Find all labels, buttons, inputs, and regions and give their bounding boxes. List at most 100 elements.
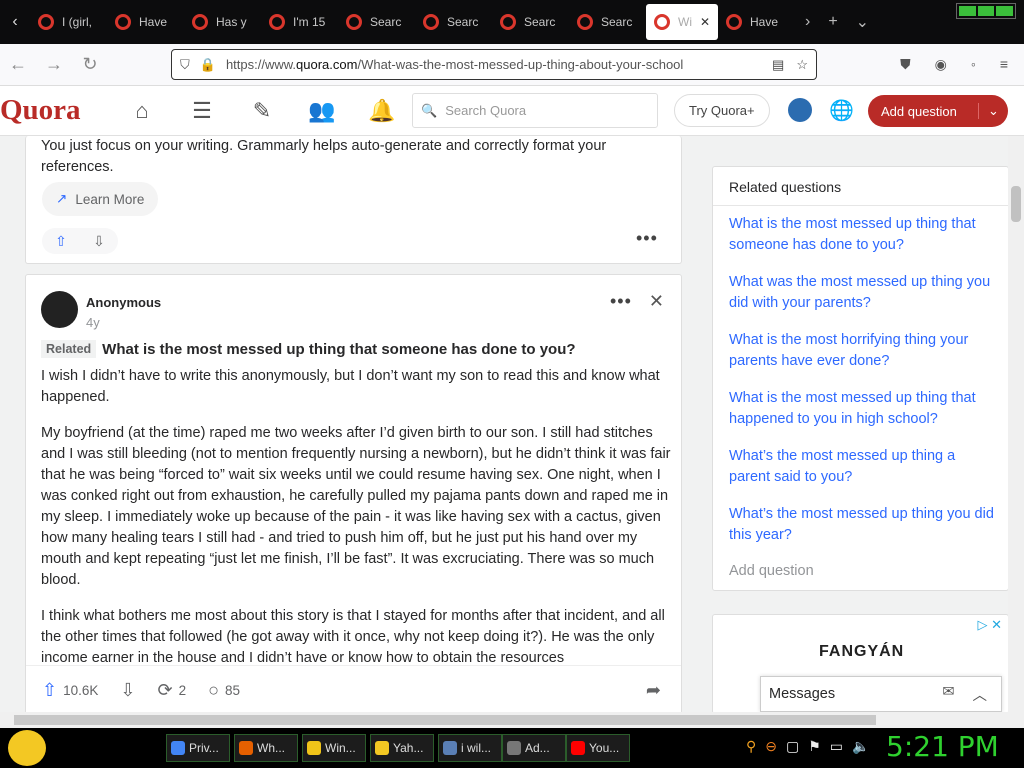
chevron-up-icon[interactable]: ︿ (973, 684, 988, 705)
upvote-icon[interactable]: ⇧ (55, 233, 67, 250)
ad-card: You just focus on your writing. Grammarl… (25, 136, 682, 264)
chevron-down-icon[interactable]: ⌄ (978, 103, 1008, 119)
reshare-icon: ⟳ (157, 680, 173, 700)
taskbar-item[interactable]: You... (566, 734, 630, 762)
more-options-icon[interactable]: ••• (636, 228, 658, 249)
share-count: 2 (178, 683, 187, 698)
browser-tab[interactable]: Have (107, 4, 184, 40)
taskbar-item-label: Yah... (393, 741, 424, 755)
related-question-link[interactable]: What is the most messed up thing that so… (102, 341, 575, 358)
notifications-icon[interactable]: 🔔 (352, 98, 412, 124)
more-options-icon[interactable]: ••• (610, 291, 632, 312)
vertical-scrollbar-thumb[interactable] (1011, 186, 1021, 222)
new-tab-icon[interactable]: + (828, 13, 837, 31)
tray-app-icon[interactable]: ▢ (786, 738, 799, 755)
back-icon[interactable]: ← (0, 54, 36, 75)
compose-message-icon[interactable]: ✉ (942, 684, 954, 705)
post-time[interactable]: 4y (86, 315, 100, 330)
related-question-link[interactable]: What’s the most messed up thing a parent… (729, 446, 994, 488)
browser-tab[interactable]: Searc (492, 4, 569, 40)
taskbar-item[interactable]: Win... (302, 734, 366, 762)
related-question-link[interactable]: What is the most messed up thing that ha… (729, 388, 994, 430)
spaces-icon[interactable]: 👥 (292, 98, 352, 124)
browser-tab[interactable]: I'm 15 (261, 4, 338, 40)
search-icon: 🔍 (421, 102, 438, 118)
close-tab-icon[interactable]: ✕ (700, 15, 710, 29)
related-question-link[interactable]: What is the most messed up thing that so… (729, 214, 994, 256)
tab-list-chevron-icon[interactable]: ⌄ (856, 12, 869, 32)
comments-button[interactable]: ○ 85 (208, 680, 240, 701)
taskbar-item[interactable]: Ad... (502, 734, 566, 762)
browser-tab[interactable]: I (girl, (30, 4, 107, 40)
author-avatar[interactable] (41, 291, 78, 328)
browser-tab[interactable]: Have (718, 4, 795, 40)
learn-more-button[interactable]: ↗ Learn More (42, 182, 159, 216)
share-count-button[interactable]: ⟳ 2 (157, 680, 186, 701)
reader-view-icon[interactable]: ▤ (772, 57, 784, 73)
tab-label: Searc (370, 15, 402, 29)
taskbar-item[interactable]: Yah... (370, 734, 434, 762)
related-questions-title: Related questions (729, 179, 842, 195)
forward-icon[interactable]: → (36, 54, 72, 75)
taskbar-item[interactable]: Priv... (166, 734, 230, 762)
tab-scroll-left-icon[interactable]: ‹ (0, 0, 30, 44)
url-text: https://www.quora.com/What-was-the-most-… (225, 57, 684, 72)
menu-icon[interactable]: ≡ (1000, 56, 1008, 73)
try-quora-plus-button[interactable]: Try Quora+ (674, 94, 770, 127)
quora-logo[interactable]: Quora (0, 94, 110, 127)
tab-label: Searc (524, 15, 556, 29)
browser-tab[interactable]: Has y (184, 4, 261, 40)
profile-icon[interactable]: ◉ (935, 56, 947, 73)
downvote-button[interactable]: ⇩ (120, 680, 135, 701)
browser-tab[interactable]: Searc (415, 4, 492, 40)
pocket-icon[interactable]: ⛊ (900, 56, 911, 73)
browser-tab[interactable]: Searc (338, 4, 415, 40)
horizontal-scrollbar-thumb[interactable] (14, 715, 876, 725)
clock[interactable]: 5:21 PM (886, 730, 999, 763)
extension-icon[interactable]: ◦ (971, 56, 976, 73)
answer-body: I wish I didn’t have to write this anony… (41, 366, 671, 666)
answer-icon[interactable]: ✎ (232, 98, 292, 124)
tab-label: Have (750, 15, 779, 29)
browser-tab[interactable]: Wi ✕ (646, 4, 718, 40)
minus-icon[interactable]: ⊖ (765, 738, 777, 755)
volume-icon[interactable]: 🔈 (852, 738, 869, 755)
following-icon[interactable]: ☰ (172, 98, 232, 124)
tab-label: Has y (216, 15, 247, 29)
vertical-scrollbar[interactable] (1008, 136, 1024, 712)
upvote-button[interactable]: ⇧ 10.6K (42, 680, 98, 701)
reload-icon[interactable]: ↻ (72, 54, 108, 75)
avatar[interactable] (788, 98, 812, 122)
share-arrow-icon[interactable]: ➦ (646, 680, 661, 701)
search-icon[interactable]: ⚲ (746, 738, 756, 755)
close-icon[interactable]: ✕ (649, 291, 664, 312)
add-question-link[interactable]: Add question (729, 563, 814, 579)
upvote-count: 10.6K (63, 683, 99, 698)
start-button[interactable] (8, 730, 46, 766)
add-question-button[interactable]: Add question ⌄ (868, 95, 1008, 127)
language-globe-icon[interactable]: 🌐 (829, 98, 854, 123)
tab-scroll-right-icon[interactable]: › (805, 13, 810, 31)
related-question-link[interactable]: What’s the most messed up thing you did … (729, 504, 994, 546)
taskbar-item-label: Priv... (189, 741, 219, 755)
quora-favicon-icon (115, 14, 131, 30)
author-name[interactable]: Anonymous (86, 295, 161, 310)
taskbar-item[interactable]: i wil... (438, 734, 502, 762)
messages-panel[interactable]: Messages ✉ ︿ (760, 676, 1002, 712)
related-question-link[interactable]: What is the most horrifying thing your p… (729, 330, 994, 372)
tab-label: I (girl, (62, 15, 92, 29)
search-input[interactable]: 🔍 Search Quora (412, 93, 658, 128)
address-bar[interactable]: ⛉ 🔒 https://www.quora.com/What-was-the-m… (171, 49, 817, 80)
bookmark-star-icon[interactable]: ☆ (796, 57, 808, 73)
home-icon[interactable]: ⌂ (112, 98, 172, 124)
answer-card: Anonymous 4y ••• ✕ Related What is the m… (25, 274, 682, 715)
adchoices-icon[interactable]: ▷ ✕ (977, 617, 1002, 633)
downvote-icon[interactable]: ⇩ (93, 233, 105, 250)
flag-icon[interactable]: ⚑ (808, 738, 821, 755)
related-question-link[interactable]: What was the most messed up thing you di… (729, 272, 994, 314)
browser-nav-bar: ← → ↻ ⛉ 🔒 https://www.quora.com/What-was… (0, 44, 1024, 86)
network-icon[interactable]: ▭ (830, 738, 843, 755)
taskbar-item[interactable]: Wh... (234, 734, 298, 762)
browser-tab[interactable]: Searc (569, 4, 646, 40)
taskbar-item-label: i wil... (461, 741, 491, 755)
